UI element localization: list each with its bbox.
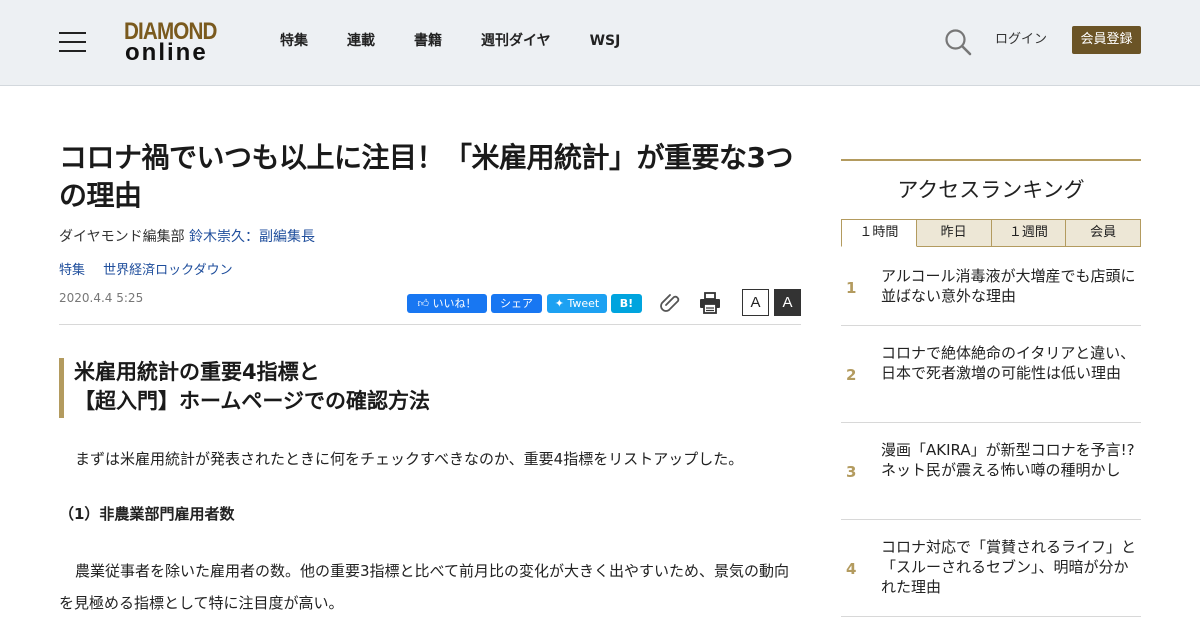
tweet-button[interactable]: ✦ Tweet <box>547 294 607 313</box>
rank-number: 3 <box>846 463 857 481</box>
tab-1-hour[interactable]: １時間 <box>841 219 917 247</box>
author-link[interactable]: 鈴木崇久：副編集長 <box>189 229 315 245</box>
rank-number: 2 <box>846 366 857 384</box>
nav-item-wsj[interactable]: WSJ <box>590 31 621 51</box>
nav-item-tokushu[interactable]: 特集 <box>280 31 308 51</box>
hatena-bookmark-button[interactable]: B! <box>611 294 642 313</box>
tab-members[interactable]: 会員 <box>1066 219 1141 247</box>
subheading: （1）非農業部門雇用者数 <box>59 505 235 523</box>
article-title: コロナ禍でいつも以上に注目！「米雇用統計」が重要な3つの理由 <box>59 141 794 212</box>
paragraph-nonfarm: 農業従事者を除いた雇用者の数。他の重要3指標と比べて前月比の変化が大きく出やすい… <box>59 562 789 612</box>
thumbs-up-icon: 👍︎ <box>417 297 430 310</box>
ranking-item-title: コロナ対応で「賞賛されるライフ」と「スルーされるセブン」、明暗が分かれた理由 <box>881 538 1137 596</box>
menu-icon[interactable] <box>59 31 86 53</box>
sidebar-top-rule <box>841 159 1141 161</box>
font-size-large-button[interactable]: A <box>774 289 801 316</box>
paragraph-intro: まずは米雇用統計が発表されたときに何をチェックすべきなのか、重要4指標をリストア… <box>75 450 744 468</box>
ranking-item-title: 漫画「AKIRA」が新型コロナを予言!?ネット民が震える怖い噂の種明かし <box>881 441 1135 479</box>
ranking-title: アクセスランキング <box>897 178 1085 202</box>
site-logo[interactable]: DIAMOND online <box>124 19 228 67</box>
menu-bar <box>59 50 86 52</box>
login-link[interactable]: ログイン <box>995 31 1047 49</box>
rank-number: 4 <box>846 560 857 578</box>
ranking-item[interactable]: 2 コロナで絶体絶命のイタリアと違い、日本で死者激増の可能性は低い理由 <box>841 326 1141 423</box>
ranking-item-title: コロナで絶体絶命のイタリアと違い、日本で死者激増の可能性は低い理由 <box>881 344 1136 382</box>
logo-bottom-text: online <box>125 39 208 66</box>
print-icon[interactable] <box>699 292 721 314</box>
byline: ダイヤモンド編集部 鈴木崇久：副編集長 <box>59 228 315 246</box>
rank-number: 1 <box>846 279 857 297</box>
tag-link[interactable]: 世界経済ロックダウン <box>103 263 232 278</box>
site-header: DIAMOND online 特集 連載 書籍 週刊ダイヤ WSJ ログイン 会… <box>0 0 1200 86</box>
tweet-label: Tweet <box>567 297 600 310</box>
twitter-bird-icon: ✦ <box>554 297 564 310</box>
ranking-item[interactable]: 4 コロナ対応で「賞賛されるライフ」と「スルーされるセブン」、明暗が分かれた理由 <box>841 520 1141 617</box>
menu-bar <box>59 41 86 43</box>
search-icon[interactable] <box>944 28 972 56</box>
ranking-item[interactable]: 3 漫画「AKIRA」が新型コロナを予言!?ネット民が震える怖い噂の種明かし <box>841 423 1141 520</box>
facebook-like-button[interactable]: 👍︎ いいね！ <box>407 294 487 313</box>
section-heading-line2: 【超入門】ホームページでの確認方法 <box>74 389 430 413</box>
tab-1-week[interactable]: １週間 <box>991 219 1067 247</box>
article-tags: 特集 世界経済ロックダウン <box>59 262 247 280</box>
nav-item-rensai[interactable]: 連載 <box>347 31 375 51</box>
font-size-normal-button[interactable]: A <box>742 289 769 316</box>
tag-link[interactable]: 特集 <box>59 263 85 278</box>
byline-department: ダイヤモンド編集部 <box>59 229 190 245</box>
clip-icon[interactable] <box>659 292 681 312</box>
section-heading: 米雇用統計の重要4指標と 【超入門】ホームページでの確認方法 <box>59 358 801 418</box>
main-nav: 特集 連載 書籍 週刊ダイヤ WSJ <box>280 31 659 51</box>
section-heading-line1: 米雇用統計の重要4指標と <box>74 360 320 384</box>
ranking-item[interactable]: 1 アルコール消毒液が大増産でも店頭に並ばない意外な理由 <box>841 247 1141 326</box>
ranking-item-title: アルコール消毒液が大増産でも店頭に並ばない意外な理由 <box>881 267 1136 305</box>
ranking-tabs: １時間 昨日 １週間 会員 <box>841 219 1141 247</box>
publish-date: 2020.4.4 5:25 <box>59 291 144 305</box>
register-button[interactable]: 会員登録 <box>1072 26 1141 54</box>
tab-yesterday[interactable]: 昨日 <box>916 219 992 247</box>
divider <box>59 324 801 325</box>
menu-bar <box>59 32 86 34</box>
facebook-share-button[interactable]: シェア <box>491 294 542 313</box>
like-label: いいね！ <box>432 297 477 310</box>
nav-item-shoseki[interactable]: 書籍 <box>414 31 442 51</box>
nav-item-weekly-diamond[interactable]: 週刊ダイヤ <box>481 31 551 51</box>
